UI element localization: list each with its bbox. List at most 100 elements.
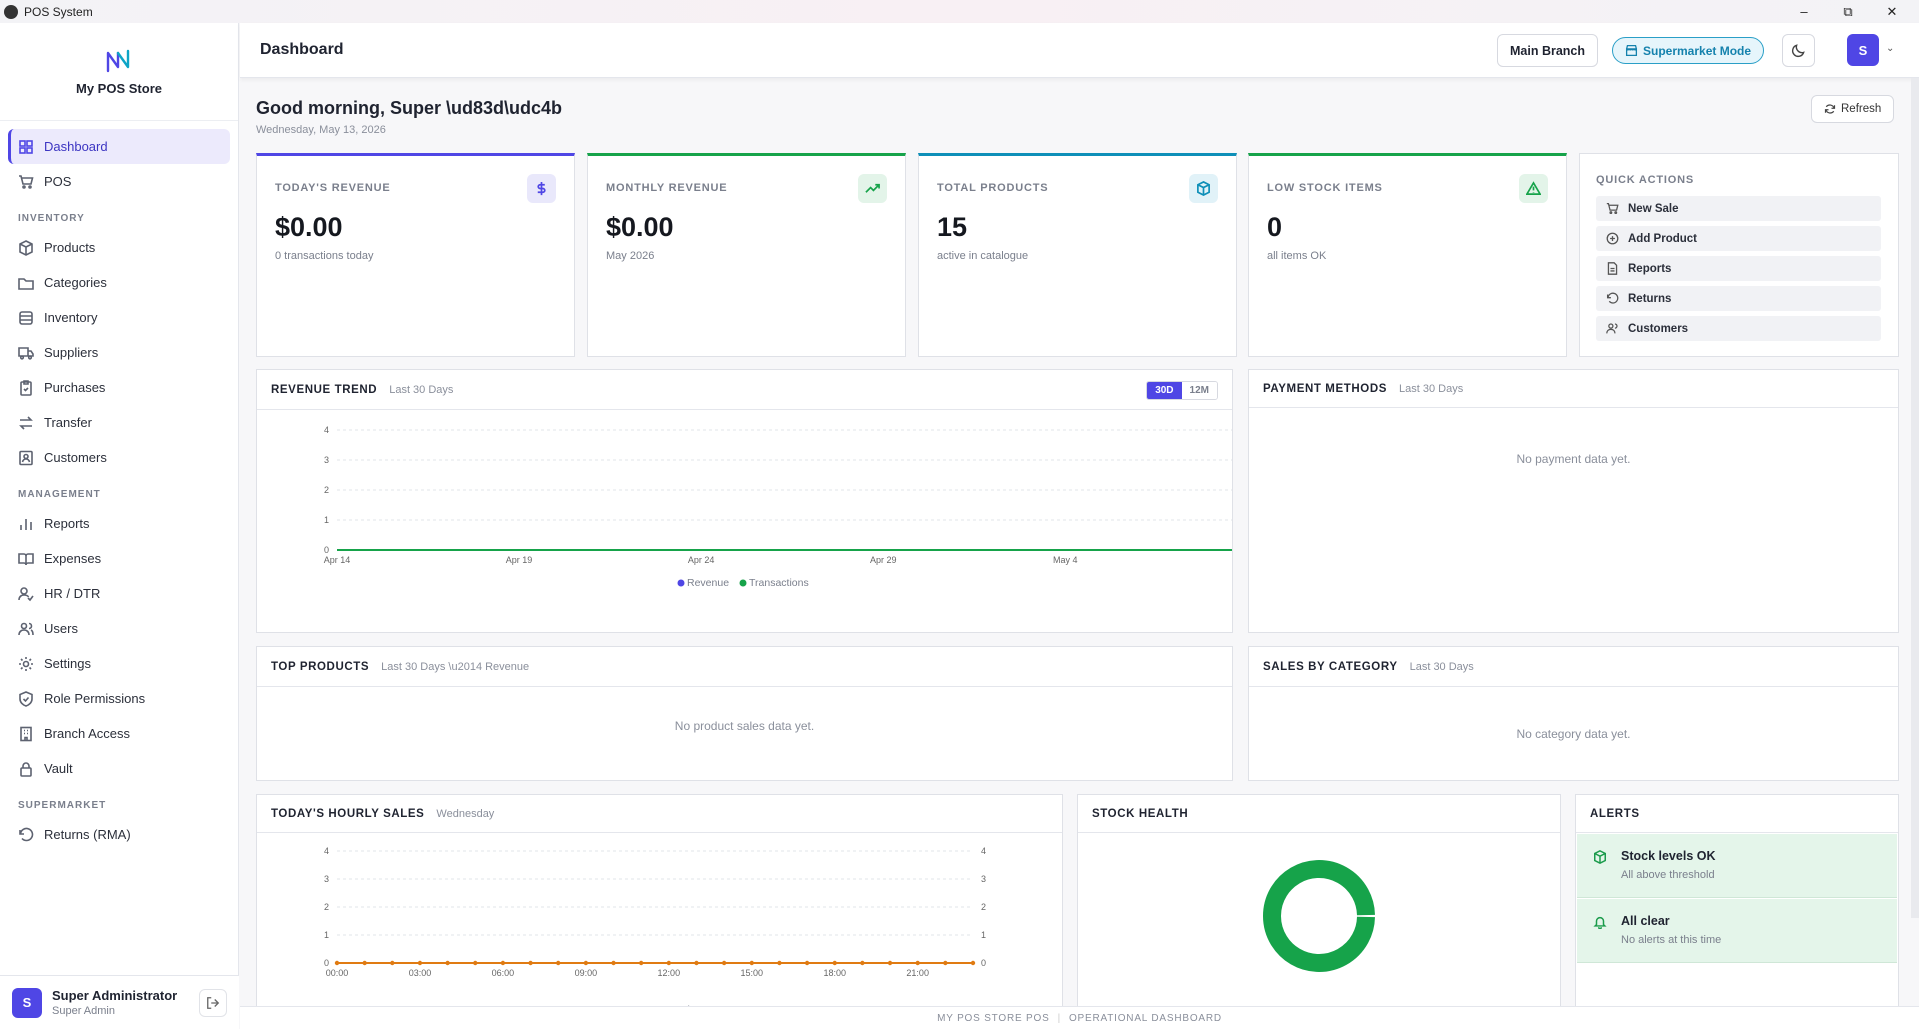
- sidebar-item-dashboard[interactable]: Dashboard: [8, 129, 230, 164]
- refresh-icon: [1824, 104, 1836, 114]
- stat-sub: May 2026: [606, 250, 655, 262]
- sidebar-item-categories[interactable]: Categories: [8, 265, 230, 300]
- sidebar-item-hr-dtr[interactable]: HR / DTR: [8, 576, 230, 611]
- y-tick-label-left: 3: [324, 874, 329, 884]
- y-tick-label-left: 1: [324, 930, 329, 940]
- footer-separator: |: [1057, 1012, 1061, 1024]
- user-avatar: S: [12, 987, 42, 1018]
- data-point: [638, 960, 644, 966]
- window-titlebar: POS System – ⧉ ✕: [0, 0, 1919, 23]
- data-point: [970, 960, 976, 966]
- data-point: [887, 960, 893, 966]
- data-point: [721, 960, 727, 966]
- quick-action-returns[interactable]: Returns: [1596, 286, 1881, 311]
- sidebar-nav: Dashboard POS INVENTORY Products Categor…: [0, 121, 238, 852]
- greeting-heading: Good morning, Super \ud83d\udc4b: [256, 98, 563, 118]
- quick-action-add-product[interactable]: Add Product: [1596, 226, 1881, 251]
- panel-header: SALES BY CATEGORY Last 30 Days: [1249, 647, 1898, 687]
- package-icon: [1189, 174, 1218, 203]
- sidebar-item-products[interactable]: Products: [8, 230, 230, 265]
- panel-subtitle: Last 30 Days \u2014 Revenue: [381, 660, 530, 673]
- theme-toggle-button[interactable]: [1782, 34, 1815, 67]
- panel-subtitle: Last 30 Days: [1399, 382, 1464, 395]
- sidebar-item-suppliers[interactable]: Suppliers: [8, 335, 230, 370]
- sidebar-item-vault[interactable]: Vault: [8, 751, 230, 786]
- main-scrollbar[interactable]: [1911, 78, 1919, 918]
- donut-slice-in-stock: [1263, 860, 1375, 972]
- quick-action-label: Customers: [1628, 322, 1689, 335]
- restore-button[interactable]: ⧉: [1826, 0, 1870, 23]
- sidebar-item-role-permissions[interactable]: Role Permissions: [8, 681, 230, 716]
- stat-label: TODAY'S REVENUE: [275, 182, 391, 194]
- sidebar-item-label: Suppliers: [44, 345, 99, 360]
- close-window-button[interactable]: ✕: [1870, 0, 1914, 23]
- sidebar-item-pos[interactable]: POS: [8, 164, 230, 199]
- chevron-down-icon[interactable]: ⌄: [1886, 43, 1894, 54]
- greeting-date: Wednesday, May 13, 2026: [256, 124, 386, 136]
- range-12m-button[interactable]: 12M: [1181, 382, 1217, 399]
- panel-header: STOCK HEALTH: [1078, 795, 1560, 833]
- alert-sub: No alerts at this time: [1621, 934, 1722, 946]
- panel-header: TODAY'S HOURLY SALES Wednesday: [257, 795, 1062, 833]
- stat-card-monthly-revenue: MONTHLY REVENUE $0.00 May 2026: [587, 153, 906, 357]
- sidebar-item-inventory[interactable]: Inventory: [8, 300, 230, 335]
- database-icon: [19, 310, 33, 325]
- sidebar-item-settings[interactable]: Settings: [8, 646, 230, 681]
- stat-card-low-stock: LOW STOCK ITEMS 0 all items OK: [1248, 153, 1567, 357]
- refresh-button[interactable]: Refresh: [1811, 95, 1895, 123]
- user-check-icon: [18, 586, 34, 601]
- data-point: [666, 960, 672, 966]
- sidebar-item-label: Role Permissions: [44, 691, 146, 706]
- mode-label: Supermarket Mode: [1643, 43, 1752, 58]
- stat-value: $0.00: [275, 212, 343, 242]
- user-role: Super Admin: [52, 1005, 115, 1017]
- data-point: [832, 960, 837, 966]
- minimize-button[interactable]: –: [1782, 0, 1826, 23]
- sidebar-item-customers[interactable]: Customers: [8, 440, 230, 475]
- cart-icon: [19, 174, 34, 189]
- data-point: [500, 960, 506, 966]
- rotate-icon: [1606, 292, 1619, 304]
- data-point: [777, 960, 782, 966]
- sidebar-item-users[interactable]: Users: [8, 611, 230, 646]
- sidebar-item-expenses[interactable]: Expenses: [8, 541, 230, 576]
- y-tick-label-left: 4: [324, 425, 329, 435]
- revenue-trend-chart: 0011223344Apr 14Apr 19Apr 24Apr 29May 4M…: [324, 425, 1232, 589]
- data-point: [694, 960, 699, 966]
- gear-icon: [19, 656, 33, 671]
- data-point: [556, 960, 561, 966]
- quick-actions-panel: QUICK ACTIONS New Sale Add Product Repor…: [1579, 153, 1899, 357]
- x-tick-label: 15:00: [741, 968, 764, 978]
- data-point: [362, 960, 367, 966]
- stat-label: LOW STOCK ITEMS: [1267, 182, 1383, 194]
- hourly-sales-panel: TODAY'S HOURLY SALES Wednesday 0 0 1 1 2 2 3 3 4…: [256, 794, 1063, 1006]
- store-icon: [1625, 44, 1638, 57]
- sidebar-item-returns-rma[interactable]: Returns (RMA): [8, 817, 230, 852]
- y-tick-label-right: 2: [981, 902, 986, 912]
- x-tick-label: 00:00: [326, 968, 349, 978]
- box-icon: [1594, 850, 1606, 864]
- quick-action-customers[interactable]: Customers: [1596, 316, 1881, 341]
- sidebar-item-reports[interactable]: Reports: [8, 506, 230, 541]
- logout-button[interactable]: [199, 989, 227, 1017]
- footer-left: MY POS STORE POS: [937, 1012, 1050, 1024]
- account-avatar-button[interactable]: S: [1847, 34, 1879, 66]
- quick-action-reports[interactable]: Reports: [1596, 256, 1881, 281]
- sidebar-item-purchases[interactable]: Purchases: [8, 370, 230, 405]
- data-point: [943, 960, 948, 966]
- supermarket-mode-button[interactable]: Supermarket Mode: [1612, 37, 1765, 64]
- sidebar-item-label: Dashboard: [44, 139, 108, 154]
- sidebar-item-transfer[interactable]: Transfer: [8, 405, 230, 440]
- sidebar-item-branch-access[interactable]: Branch Access: [8, 716, 230, 751]
- range-30d-button[interactable]: 30D: [1147, 382, 1182, 399]
- stat-value: $0.00: [606, 212, 674, 242]
- quick-action-new-sale[interactable]: New Sale: [1596, 196, 1881, 221]
- nav-section-inventory: INVENTORY: [18, 213, 85, 224]
- window-title: POS System: [24, 4, 93, 19]
- cart-icon: [1606, 202, 1619, 215]
- branch-selector-button[interactable]: Main Branch: [1497, 34, 1599, 67]
- y-tick-label-right: 4: [981, 846, 986, 856]
- sidebar-item-label: Vault: [44, 761, 73, 776]
- sidebar: My POS Store Dashboard POS INVENTORY Pro…: [0, 23, 239, 1029]
- logout-icon: [207, 997, 220, 1009]
